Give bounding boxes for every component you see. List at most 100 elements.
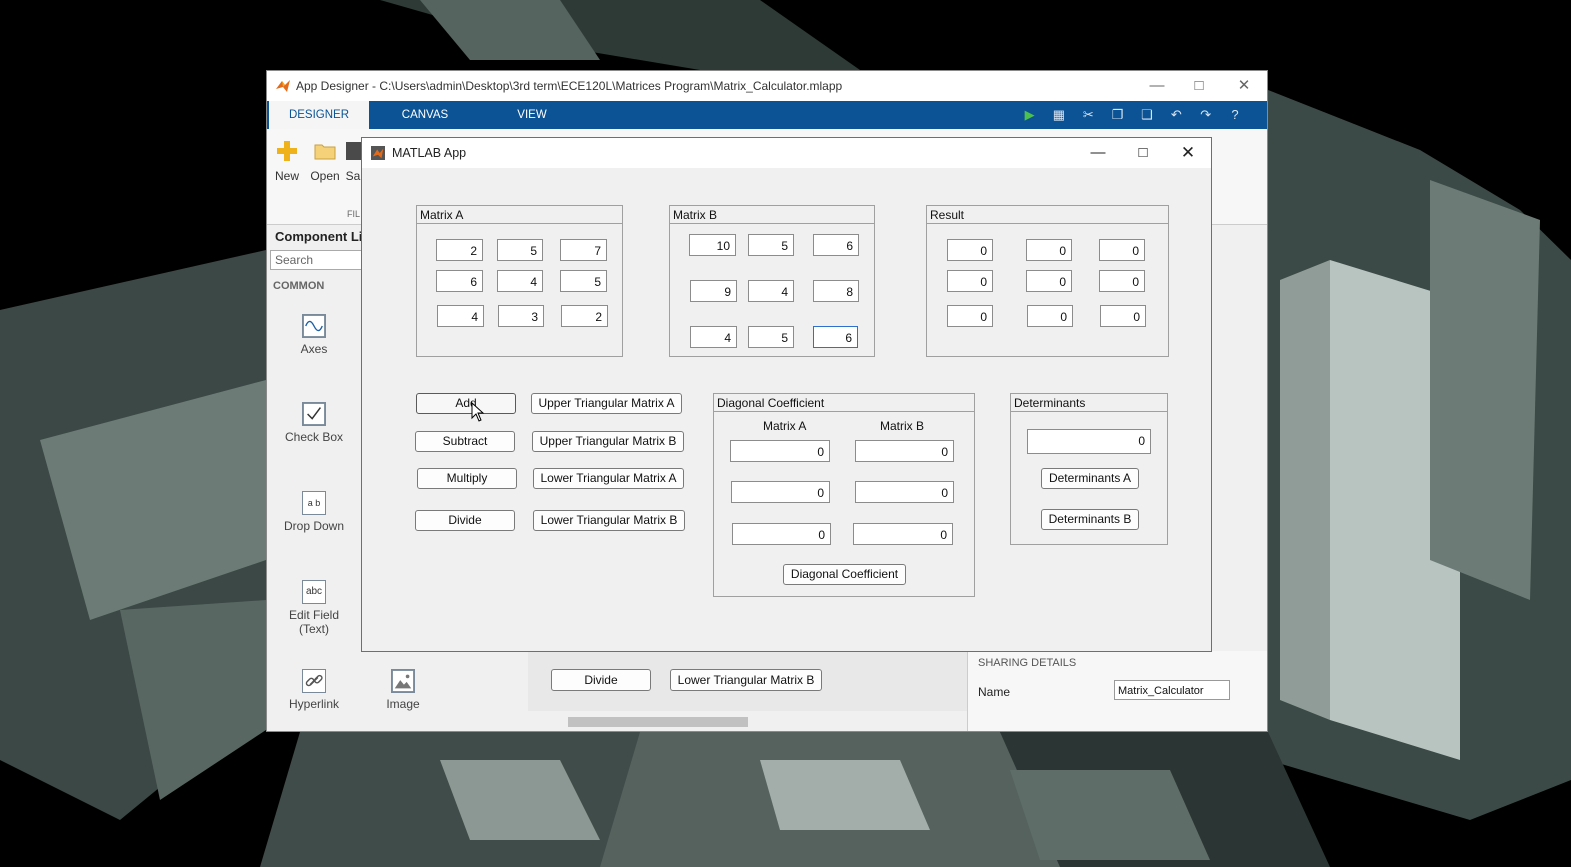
- diagonal-b-field-1[interactable]: 0: [855, 440, 954, 462]
- library-item-hyperlink[interactable]: Hyperlink: [274, 669, 354, 711]
- matrix-a-cell-1-3[interactable]: 7: [560, 239, 607, 261]
- edit-field-icon: abc: [302, 580, 326, 604]
- library-search-input[interactable]: Search: [270, 250, 368, 270]
- matrix-b-cell-3-1[interactable]: 4: [690, 326, 737, 348]
- result-cell-1-3[interactable]: 0: [1099, 239, 1145, 261]
- cut-icon[interactable]: ✂: [1078, 105, 1098, 125]
- app-designer-title: App Designer - C:\Users\admin\Desktop\3r…: [296, 79, 843, 93]
- maximize-icon[interactable]: □: [1179, 75, 1219, 97]
- determinants-title: Determinants: [1011, 394, 1167, 412]
- app-designer-titlebar: App Designer - C:\Users\admin\Desktop\3r…: [267, 71, 1267, 101]
- upper-triangular-b-button[interactable]: Upper Triangular Matrix B: [532, 431, 684, 452]
- run-icon[interactable]: ▶: [1020, 105, 1040, 125]
- matrix-b-cell-2-3[interactable]: 8: [813, 280, 859, 302]
- close-icon[interactable]: ✕: [1224, 75, 1264, 97]
- result-cell-2-3[interactable]: 0: [1099, 270, 1145, 292]
- matrix-a-cell-3-2[interactable]: 3: [498, 305, 544, 327]
- matrix-a-cell-1-1[interactable]: 2: [436, 239, 483, 261]
- maximize-icon[interactable]: □: [1123, 142, 1163, 164]
- matrix-a-cell-3-1[interactable]: 4: [437, 305, 484, 327]
- lower-triangular-b-button[interactable]: Lower Triangular Matrix B: [533, 510, 685, 531]
- result-cell-3-2[interactable]: 0: [1027, 305, 1073, 327]
- diagonal-a-field-2[interactable]: 0: [731, 481, 830, 503]
- matrix-b-cell-3-3[interactable]: 6: [813, 326, 858, 348]
- sharing-details-header[interactable]: SHARING DETAILS: [978, 657, 1076, 669]
- library-item-edit-field[interactable]: abc Edit Field (Text): [274, 580, 354, 636]
- diagonal-a-field-1[interactable]: 0: [730, 440, 830, 462]
- library-item-label: Check Box: [284, 430, 344, 444]
- matlab-app-titlebar: MATLAB App — □ ✕: [362, 138, 1211, 168]
- matrix-a-cell-1-2[interactable]: 5: [497, 239, 543, 261]
- canvas-lower-b-button[interactable]: Lower Triangular Matrix B: [670, 669, 822, 691]
- subtract-button[interactable]: Subtract: [415, 431, 515, 452]
- matlab-app-title: MATLAB App: [392, 146, 467, 160]
- matrix-a-cell-3-3[interactable]: 2: [561, 305, 608, 327]
- matrix-b-cell-3-2[interactable]: 5: [748, 326, 794, 348]
- library-item-drop-down[interactable]: a b Drop Down: [274, 491, 354, 533]
- open-button[interactable]: Open: [305, 139, 345, 183]
- matrix-b-cell-1-1[interactable]: 10: [689, 234, 736, 256]
- matrix-b-cell-2-1[interactable]: 9: [690, 280, 737, 302]
- close-icon[interactable]: ✕: [1168, 142, 1208, 164]
- result-cell-3-1[interactable]: 0: [947, 305, 993, 327]
- diagonal-coefficient-panel: Diagonal Coefficient Matrix A Matrix B 0…: [713, 393, 975, 597]
- determinant-value-field[interactable]: 0: [1027, 429, 1151, 454]
- add-button[interactable]: Add: [416, 393, 516, 414]
- result-cell-2-2[interactable]: 0: [1026, 270, 1072, 292]
- result-cell-2-1[interactable]: 0: [947, 270, 993, 292]
- diagonal-b-field-3[interactable]: 0: [853, 523, 953, 545]
- save-label: Sa: [345, 169, 361, 183]
- hyperlink-icon: [302, 669, 326, 693]
- tab-canvas[interactable]: CANVAS: [385, 101, 465, 129]
- tab-designer[interactable]: DESIGNER: [269, 101, 369, 129]
- determinants-panel: Determinants 0 Determinants A Determinan…: [1010, 393, 1168, 545]
- new-button[interactable]: New: [267, 139, 307, 183]
- app-name-label: Name: [978, 685, 1011, 699]
- diagonal-b-field-2[interactable]: 0: [855, 481, 954, 503]
- redo-icon[interactable]: ↷: [1196, 105, 1216, 125]
- lower-triangular-a-button[interactable]: Lower Triangular Matrix A: [533, 468, 684, 489]
- matrix-b-cell-1-2[interactable]: 5: [748, 234, 794, 256]
- paste-icon[interactable]: ❑: [1137, 105, 1157, 125]
- result-cell-3-3[interactable]: 0: [1100, 305, 1146, 327]
- result-cell-1-2[interactable]: 0: [1026, 239, 1072, 261]
- divide-button[interactable]: Divide: [415, 510, 515, 531]
- canvas-horizontal-scrollbar[interactable]: [528, 714, 948, 730]
- app-name-field[interactable]: Matrix_Calculator: [1114, 680, 1230, 700]
- save-button[interactable]: Sa: [343, 139, 363, 183]
- library-category-label: COMMON: [273, 280, 325, 292]
- scrollbar-thumb[interactable]: [568, 717, 748, 727]
- diagonal-coefficient-button[interactable]: Diagonal Coefficient: [783, 564, 906, 585]
- library-item-axes[interactable]: Axes: [274, 314, 354, 356]
- axes-icon: [302, 314, 326, 338]
- matrix-a-cell-2-3[interactable]: 5: [560, 270, 607, 292]
- determinants-a-button[interactable]: Determinants A: [1041, 468, 1139, 489]
- drop-down-icon: a b: [302, 491, 326, 515]
- diagonal-a-field-3[interactable]: 0: [732, 523, 831, 545]
- library-item-image[interactable]: Image: [363, 669, 443, 711]
- matrix-b-cell-1-3[interactable]: 6: [813, 234, 859, 256]
- matrix-b-cell-2-2[interactable]: 4: [748, 280, 794, 302]
- copy-icon[interactable]: ❐: [1108, 105, 1128, 125]
- multiply-button[interactable]: Multiply: [417, 468, 517, 489]
- determinants-b-button[interactable]: Determinants B: [1041, 509, 1139, 530]
- tab-view[interactable]: VIEW: [497, 101, 567, 129]
- library-item-label-line2: (Text): [299, 622, 329, 636]
- matrix-a-cell-2-2[interactable]: 4: [497, 270, 543, 292]
- help-icon[interactable]: ?: [1225, 105, 1245, 125]
- result-cell-1-1[interactable]: 0: [947, 239, 993, 261]
- folder-icon: [314, 144, 336, 160]
- minimize-icon[interactable]: —: [1137, 75, 1177, 97]
- undo-icon[interactable]: ↶: [1166, 105, 1186, 125]
- upper-triangular-a-button[interactable]: Upper Triangular Matrix A: [531, 393, 682, 414]
- library-item-check-box[interactable]: Check Box: [274, 402, 354, 444]
- matlab-app-window: MATLAB App — □ ✕ Matrix A 2 5 7 6 4 5 4 …: [361, 137, 1212, 652]
- matrix-a-cell-2-1[interactable]: 6: [436, 270, 483, 292]
- plus-icon: [277, 141, 297, 161]
- canvas-divide-button[interactable]: Divide: [551, 669, 651, 691]
- matrix-b-panel: Matrix B 10 5 6 9 4 8 4 5 6: [669, 205, 875, 357]
- library-item-label: Hyperlink: [288, 697, 339, 711]
- save-icon[interactable]: ▦: [1049, 105, 1069, 125]
- diagonal-matrix-a-label: Matrix A: [763, 419, 807, 433]
- minimize-icon[interactable]: —: [1078, 142, 1118, 164]
